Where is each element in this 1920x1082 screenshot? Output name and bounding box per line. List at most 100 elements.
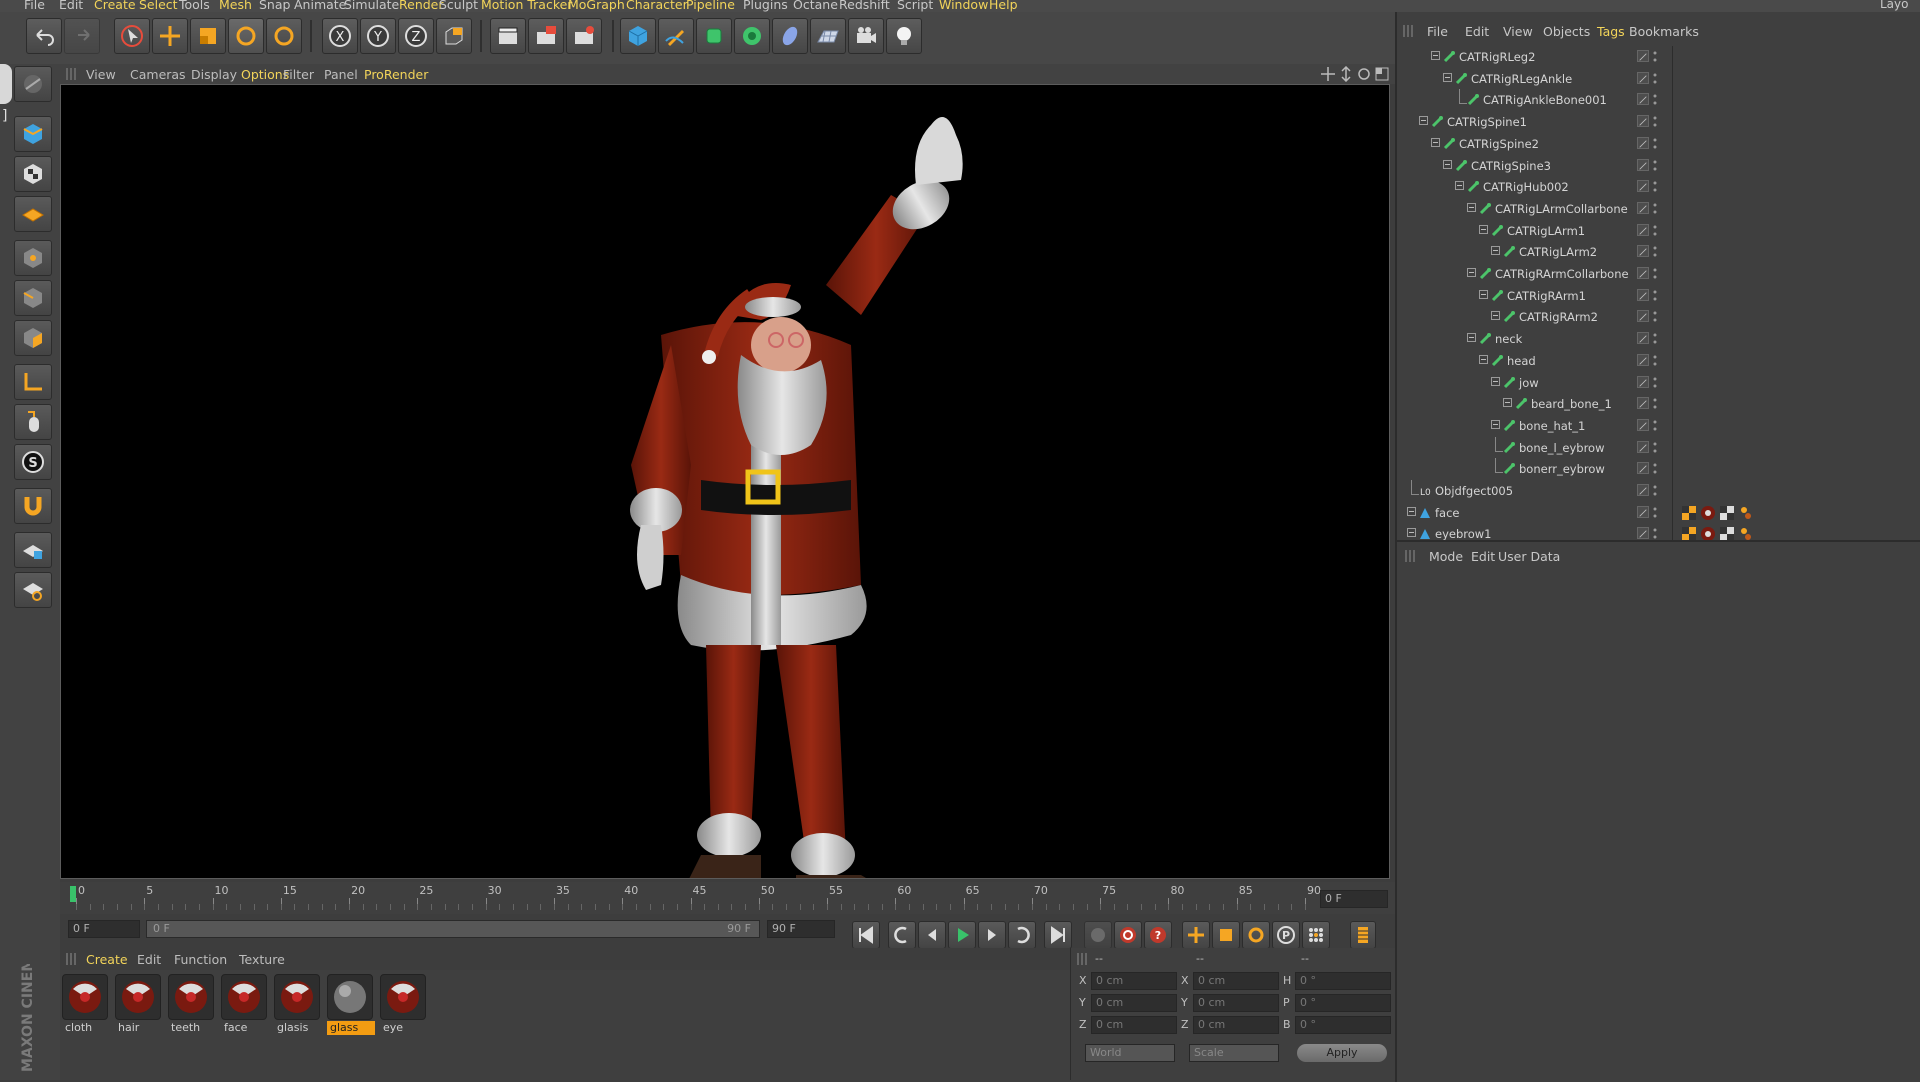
polygons-mode-button[interactable]	[14, 320, 52, 356]
coordinate-system-button[interactable]	[436, 18, 472, 54]
menu-help[interactable]: Help	[989, 0, 1018, 12]
maximize-view-icon[interactable]	[1375, 67, 1389, 81]
material-glasis[interactable]: glasis	[274, 974, 322, 1036]
previous-key-button[interactable]	[888, 921, 916, 949]
expand-toggle-icon[interactable]	[1431, 137, 1440, 147]
material-teeth[interactable]: teeth	[168, 974, 216, 1036]
lock-workplane-button[interactable]	[14, 532, 52, 568]
menu-octane[interactable]: Octane	[793, 0, 838, 12]
menu-window[interactable]: Window	[939, 0, 988, 12]
render-view-button[interactable]	[490, 18, 526, 54]
menu-select[interactable]: Select	[139, 0, 178, 12]
menu-mograph[interactable]: MoGraph	[568, 0, 625, 12]
object-row[interactable]: neck	[1395, 328, 1920, 350]
attribute-menu-edit[interactable]: Edit	[1471, 549, 1495, 564]
record-rotation-button[interactable]	[1242, 921, 1270, 949]
expand-toggle-icon[interactable]	[1407, 506, 1416, 516]
layer-visibility-icon[interactable]	[1637, 201, 1649, 214]
coord-value-field[interactable]: 0 °	[1295, 1016, 1391, 1034]
record-position-button[interactable]	[1182, 921, 1210, 949]
object-row[interactable]: CATRigLArm1	[1395, 220, 1920, 242]
pan-icon[interactable]	[1321, 67, 1335, 81]
planar-workplane-button[interactable]	[14, 572, 52, 608]
floor-button[interactable]	[810, 18, 846, 54]
layer-visibility-icon[interactable]	[1637, 180, 1649, 193]
object-row[interactable]: bone_hat_1	[1395, 415, 1920, 437]
previous-frame-button[interactable]	[918, 921, 946, 949]
current-frame-field[interactable]: 0 F	[1320, 890, 1388, 908]
object-row[interactable]: jow	[1395, 372, 1920, 394]
expand-toggle-icon[interactable]	[1467, 202, 1476, 212]
object-menu-file[interactable]: File	[1427, 24, 1448, 39]
next-frame-button[interactable]	[978, 921, 1006, 949]
object-row[interactable]: CATRigAnkleBone001	[1395, 89, 1920, 111]
render-dots-icon[interactable]	[1653, 441, 1657, 455]
coord-value-field[interactable]: 0 cm	[1091, 972, 1177, 990]
layer-visibility-icon[interactable]	[1637, 310, 1649, 323]
coord-value-field[interactable]: 0 cm	[1193, 972, 1279, 990]
render-dots-icon[interactable]	[1653, 527, 1657, 540]
render-dots-icon[interactable]	[1653, 289, 1657, 303]
layer-visibility-icon[interactable]	[1637, 527, 1649, 540]
material-eye[interactable]: eye	[380, 974, 428, 1036]
expand-toggle-icon[interactable]	[1491, 419, 1500, 429]
menu-tools[interactable]: Tools	[179, 0, 210, 12]
coord-value-field[interactable]: 0 cm	[1193, 1016, 1279, 1034]
undo-button[interactable]	[26, 18, 62, 54]
material-menu-create[interactable]: Create	[86, 952, 128, 967]
menu-simulate[interactable]: Simulate	[344, 0, 399, 12]
menu-redshift[interactable]: Redshift	[839, 0, 890, 12]
attribute-menu-user-data[interactable]: User Data	[1498, 549, 1560, 564]
panel-handle[interactable]	[0, 64, 12, 104]
object-row[interactable]: CATRigRArm2	[1395, 306, 1920, 328]
render-dots-icon[interactable]	[1653, 180, 1657, 194]
layer-visibility-icon[interactable]	[1637, 245, 1649, 258]
render-settings-button[interactable]	[566, 18, 602, 54]
layer-visibility-icon[interactable]	[1637, 288, 1649, 301]
end-frame-field[interactable]: 90 F	[767, 920, 835, 938]
menu-motion-tracker[interactable]: Motion Tracker	[481, 0, 572, 12]
coord-value-field[interactable]: 0 cm	[1091, 994, 1177, 1012]
material-hair[interactable]: hair	[115, 974, 163, 1036]
material-face[interactable]: face	[221, 974, 269, 1036]
timeline-window-button[interactable]	[1350, 921, 1376, 949]
object-row[interactable]: CATRigSpine2	[1395, 133, 1920, 155]
object-menu-edit[interactable]: Edit	[1465, 24, 1489, 39]
texture-mode-button[interactable]	[14, 156, 52, 192]
object-row[interactable]: CATRigSpine1	[1395, 111, 1920, 133]
viewport-menu-panel[interactable]: Panel	[324, 67, 358, 82]
expand-toggle-icon[interactable]	[1467, 333, 1476, 343]
layer-visibility-icon[interactable]	[1637, 223, 1649, 236]
object-row[interactable]: CATRigSpine3	[1395, 155, 1920, 177]
camera-button[interactable]	[848, 18, 884, 54]
y-axis-button[interactable]: Y	[360, 18, 396, 54]
autokeying-button[interactable]	[1114, 921, 1142, 949]
layer-visibility-icon[interactable]	[1637, 440, 1649, 453]
timeline-ruler[interactable]: 0 5 10 15 20 25 30 35 40 45 50 55 60 65 70 75 80 85 90 0 F	[60, 882, 1395, 914]
menu-mesh[interactable]: Mesh	[219, 0, 252, 12]
render-picture-viewer-button[interactable]	[528, 18, 564, 54]
record-keys-button[interactable]	[1084, 921, 1112, 949]
layer-visibility-icon[interactable]	[1637, 353, 1649, 366]
cloner-button[interactable]	[734, 18, 770, 54]
render-dots-icon[interactable]	[1653, 419, 1657, 433]
layer-visibility-icon[interactable]	[1637, 136, 1649, 149]
object-row[interactable]: eyebrow1	[1395, 523, 1920, 540]
viewport-menu-prorender[interactable]: ProRender	[364, 67, 428, 82]
layer-visibility-icon[interactable]	[1637, 71, 1649, 84]
layer-visibility-icon[interactable]	[1637, 484, 1649, 496]
material-tags[interactable]	[1682, 526, 1762, 540]
menu-character[interactable]: Character	[626, 0, 688, 12]
coordinate-mode-dropdown[interactable]: World	[1085, 1044, 1175, 1062]
object-row[interactable]: CATRigRLegAnkle	[1395, 68, 1920, 90]
scale-tool-button[interactable]	[190, 18, 226, 54]
workplane-mode-button[interactable]	[14, 196, 52, 232]
menu-script[interactable]: Script	[897, 0, 933, 12]
object-row[interactable]: bonerr_eybrow	[1395, 458, 1920, 480]
render-dots-icon[interactable]	[1653, 310, 1657, 324]
expand-toggle-icon[interactable]	[1407, 528, 1416, 538]
select-tool-button[interactable]	[114, 18, 150, 54]
tweak-mode-button[interactable]	[14, 404, 52, 440]
edges-mode-button[interactable]	[14, 280, 52, 316]
z-axis-button[interactable]: Z	[398, 18, 434, 54]
